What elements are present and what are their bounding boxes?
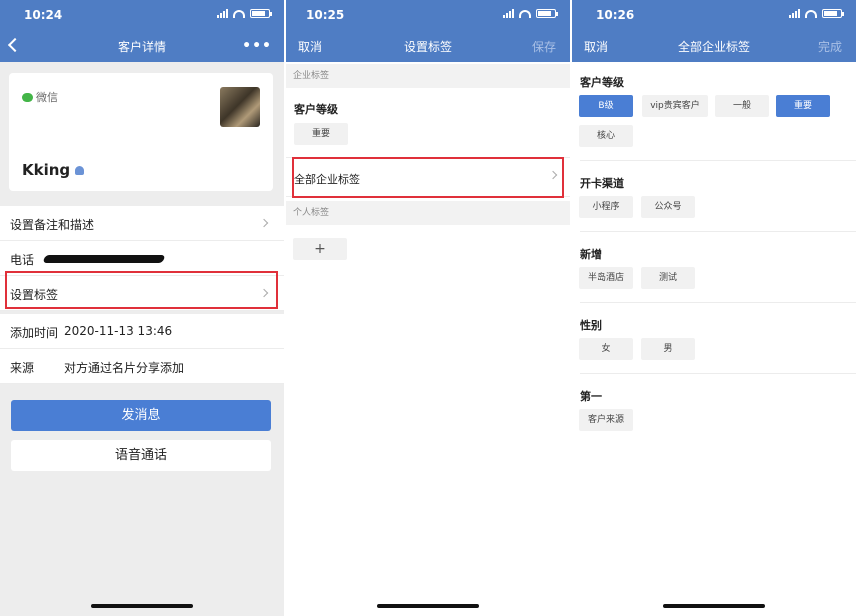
source-label: 微信 bbox=[36, 91, 58, 104]
contact-card: 微信 Kking bbox=[9, 73, 273, 191]
source-badge: 微信 bbox=[22, 89, 58, 105]
tag-chip[interactable]: 一般 bbox=[715, 95, 769, 117]
nav-bar: 取消 设置标签 保存 bbox=[286, 30, 570, 62]
group-title: 客户等级 bbox=[294, 103, 338, 116]
status-bar: 10:25 bbox=[286, 0, 570, 30]
row-source: 来源 对方通过名片分享添加 bbox=[0, 349, 284, 384]
signal-icon bbox=[503, 9, 514, 18]
divider bbox=[580, 160, 856, 161]
battery-icon bbox=[536, 9, 558, 18]
panel-divider bbox=[570, 0, 572, 616]
header: 10:25 取消 设置标签 保存 bbox=[286, 0, 570, 62]
home-indicator bbox=[663, 604, 765, 608]
voice-call-button[interactable]: 语音通话 bbox=[11, 440, 271, 471]
divider bbox=[580, 373, 856, 374]
battery-icon bbox=[822, 9, 844, 18]
row-add-time: 添加时间 2020-11-13 13:46 bbox=[0, 314, 284, 349]
contact-name: Kking bbox=[22, 161, 85, 179]
tag-chip[interactable]: 男 bbox=[641, 338, 695, 360]
tag-chip[interactable]: 公众号 bbox=[641, 196, 695, 218]
home-indicator bbox=[91, 604, 193, 608]
battery-icon bbox=[250, 9, 272, 18]
all-enterprise-tags-screen: 10:26 取消 全部企业标签 完成 客户等级 B级 vip贵宾客户 一般 重要… bbox=[572, 0, 856, 616]
wifi-icon bbox=[519, 9, 531, 18]
status-icons bbox=[789, 9, 844, 18]
row-add-time-label: 添加时间 bbox=[10, 326, 59, 340]
row-remark-label: 设置备注和描述 bbox=[10, 218, 95, 232]
row-remark[interactable]: 设置备注和描述 bbox=[0, 206, 284, 241]
send-message-button[interactable]: 发消息 bbox=[11, 400, 271, 431]
row-source-value: 对方通过名片分享添加 bbox=[64, 361, 185, 375]
wifi-icon bbox=[805, 9, 817, 18]
tag-chip[interactable]: 核心 bbox=[579, 125, 633, 147]
divider bbox=[580, 302, 856, 303]
tag-chip[interactable]: 重要 bbox=[776, 95, 830, 117]
tag-chip[interactable]: 重要 bbox=[294, 123, 348, 145]
panel-divider bbox=[284, 0, 286, 616]
section-personal-tags: 个人标签 bbox=[286, 201, 570, 225]
customer-detail-screen: 10:24 客户详情 ••• 微信 Kking 设置备注和描述 电话 设置标签 … bbox=[0, 0, 284, 616]
tag-chip[interactable]: 小程序 bbox=[579, 196, 633, 218]
status-icons bbox=[503, 9, 558, 18]
wechat-icon bbox=[22, 92, 33, 102]
user-icon bbox=[75, 165, 85, 175]
highlight-box bbox=[292, 157, 564, 198]
highlight-box bbox=[5, 271, 278, 309]
group-title-customer-level: 客户等级 bbox=[580, 76, 624, 89]
three-screen-composite: 10:24 客户详情 ••• 微信 Kking 设置备注和描述 电话 设置标签 … bbox=[0, 0, 856, 616]
header: 10:26 取消 全部企业标签 完成 bbox=[572, 0, 856, 62]
contact-name-text: Kking bbox=[22, 161, 71, 179]
section-enterprise-tags: 企业标签 bbox=[286, 64, 570, 88]
group-title-first: 第一 bbox=[580, 390, 602, 403]
divider bbox=[580, 231, 856, 232]
avatar[interactable] bbox=[220, 87, 260, 127]
row-source-label: 来源 bbox=[10, 361, 35, 375]
signal-icon bbox=[217, 9, 228, 18]
wifi-icon bbox=[233, 9, 245, 18]
nav-bar: 客户详情 ••• bbox=[0, 30, 284, 62]
tag-chip[interactable]: 女 bbox=[579, 338, 633, 360]
status-time: 10:25 bbox=[306, 8, 345, 22]
group-title-card-channel: 开卡渠道 bbox=[580, 177, 624, 190]
signal-icon bbox=[789, 9, 800, 18]
add-tag-button[interactable]: + bbox=[293, 238, 347, 260]
status-icons bbox=[217, 9, 272, 18]
row-phone-label: 电话 bbox=[10, 253, 35, 267]
header: 10:24 客户详情 ••• bbox=[0, 0, 284, 62]
status-time: 10:26 bbox=[596, 8, 635, 22]
row-add-time-value: 2020-11-13 13:46 bbox=[64, 324, 173, 338]
tag-chip[interactable]: 客户来源 bbox=[579, 409, 633, 431]
detail-list-info: 添加时间 2020-11-13 13:46 来源 对方通过名片分享添加 bbox=[0, 314, 284, 384]
page-title: 设置标签 bbox=[403, 40, 452, 54]
group-title-gender: 性别 bbox=[580, 319, 602, 332]
status-bar: 10:26 bbox=[572, 0, 856, 30]
status-bar: 10:24 bbox=[0, 0, 284, 30]
redacted-phone bbox=[42, 255, 166, 263]
chevron-right-icon bbox=[259, 218, 269, 228]
tag-chip[interactable]: vip贵宾客户 bbox=[642, 95, 708, 117]
tag-chip[interactable]: 测试 bbox=[641, 267, 695, 289]
page-title: 全部企业标签 bbox=[677, 40, 750, 54]
group-title-new: 新增 bbox=[580, 248, 602, 261]
done-button[interactable]: 完成 bbox=[818, 38, 842, 55]
set-tags-screen: 10:25 取消 设置标签 保存 企业标签 客户等级 重要 全部企业标签 个人标… bbox=[286, 0, 570, 616]
status-time: 10:24 bbox=[24, 8, 63, 22]
home-indicator bbox=[377, 604, 479, 608]
nav-bar: 取消 全部企业标签 完成 bbox=[572, 30, 856, 62]
more-icon[interactable]: ••• bbox=[242, 38, 272, 54]
tag-chip[interactable]: B级 bbox=[579, 95, 633, 117]
save-button[interactable]: 保存 bbox=[532, 38, 556, 55]
tag-chip[interactable]: 半岛酒店 bbox=[579, 267, 633, 289]
